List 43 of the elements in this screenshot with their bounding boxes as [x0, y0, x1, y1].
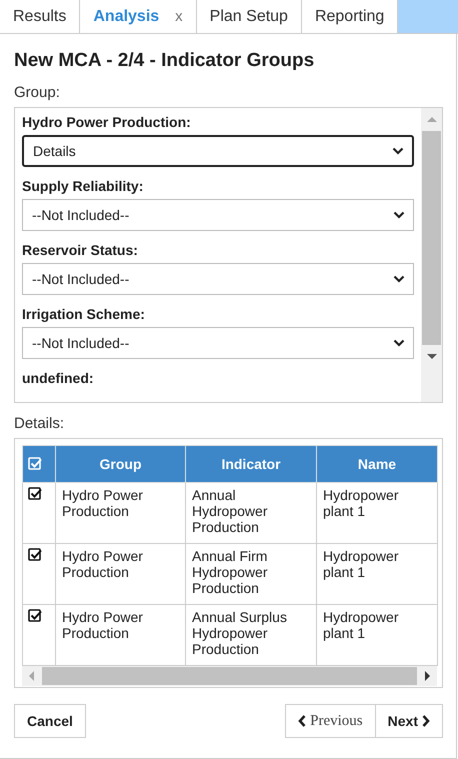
scroll-left-icon[interactable] — [28, 671, 34, 681]
section-label: Group: — [14, 84, 61, 101]
table-cell: Hydro Power Production — [56, 544, 186, 604]
table-cell: Annual Hydropower Production — [186, 482, 316, 544]
dropdown[interactable]: Details — [22, 135, 414, 167]
field-label: Supply Reliability: — [22, 178, 144, 194]
table-cell: Hydro Power Production — [56, 482, 186, 544]
chevron-right-icon — [422, 715, 430, 727]
field-label: Hydro Power Production: — [22, 114, 192, 130]
checkbox[interactable] — [28, 548, 42, 562]
chevron-down-icon — [393, 275, 405, 283]
checkbox[interactable] — [28, 609, 42, 623]
close-icon[interactable]: x — [175, 8, 183, 25]
table-cell: Hydropower plant 1 — [316, 544, 438, 604]
next-button[interactable]: Next — [376, 704, 443, 738]
cancel-button[interactable]: Cancel — [14, 704, 86, 738]
scroll-thumb[interactable] — [422, 131, 441, 345]
chevron-down-icon — [393, 211, 405, 219]
table-cell: Annual Firm Hydropower Production — [186, 544, 316, 604]
dropdown[interactable]: --Not Included-- — [22, 199, 414, 231]
chevron-left-icon — [298, 715, 306, 727]
page-title: New MCA - 2/4 - Indicator Groups — [14, 50, 316, 72]
column-header[interactable]: Name — [316, 446, 438, 482]
scroll-down-icon[interactable] — [426, 354, 436, 360]
table-cell: Hydropower plant 1 — [316, 482, 438, 544]
previous-button[interactable]: Previous — [285, 704, 376, 738]
scroll-right-icon[interactable] — [425, 671, 431, 681]
dropdown[interactable]: --Not Included-- — [22, 263, 414, 295]
scrollbar[interactable] — [22, 666, 437, 686]
field-label: Reservoir Status: — [22, 242, 139, 258]
scroll-up-icon[interactable] — [426, 116, 436, 122]
section-label: Details: — [14, 415, 66, 432]
checkbox[interactable] — [28, 487, 42, 501]
column-header[interactable]: Indicator — [186, 446, 316, 482]
chevron-down-icon — [392, 147, 404, 155]
field-label: undefined: — [22, 370, 95, 386]
scroll-thumb[interactable] — [42, 667, 417, 685]
dropdown[interactable]: --Not Included-- — [22, 327, 414, 359]
field-label: Irrigation Scheme: — [22, 306, 146, 322]
column-header[interactable]: Group — [56, 446, 186, 482]
chevron-down-icon — [393, 339, 405, 347]
scrollbar[interactable] — [421, 108, 442, 402]
tab[interactable]: Plan Setup — [196, 0, 302, 33]
